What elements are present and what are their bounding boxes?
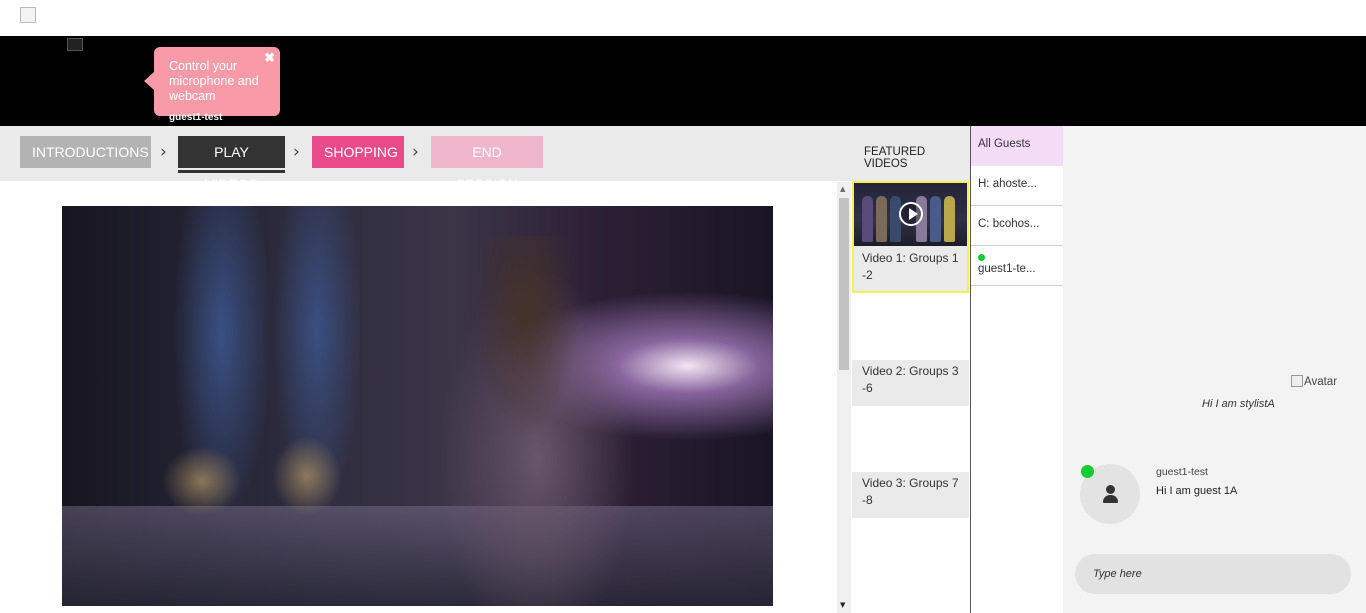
user-caption: guest1-test — [169, 112, 223, 123]
online-status-icon — [978, 254, 985, 261]
video-conference-bar: Control your microphone and webcam ✖ gue… — [0, 36, 1366, 126]
video-frame-figure — [422, 236, 652, 606]
video-frame-floor — [62, 506, 773, 606]
video-title: Video 1: Groups 1 -2 — [862, 251, 959, 282]
step-introductions-button[interactable]: INTRODUCTIONS — [20, 136, 151, 168]
scroll-down-icon[interactable]: ▼ — [840, 601, 845, 609]
guest-row[interactable]: C: bcohos... — [971, 206, 1063, 246]
close-icon[interactable]: ✖ — [264, 50, 275, 65]
step-play-videos-button[interactable]: PLAY VIDEOS — [178, 136, 285, 192]
webcam-image — [67, 38, 83, 51]
play-icon[interactable] — [899, 202, 923, 226]
guests-panel: All Guests H: ahoste... C: bcohos... gue… — [970, 126, 1063, 613]
chevron-right-icon: › — [293, 142, 300, 162]
chevron-right-icon: › — [412, 142, 419, 162]
chat-panel: Avatar Hi I am stylistA guest1-test Hi I… — [1063, 126, 1366, 613]
guest-message: Hi I am guest 1A — [1156, 485, 1238, 497]
featured-videos-scrollbar[interactable]: ▲ ▼ — [837, 182, 851, 613]
video-title: Video 3: Groups 7 -8 — [862, 476, 959, 507]
video-item-1[interactable]: Video 1: Groups 1 -2 — [852, 181, 969, 293]
all-guests-tab[interactable]: All Guests — [971, 126, 1063, 166]
top-bar — [0, 0, 1366, 36]
video-frame-figure — [162, 446, 242, 516]
thumbnail-figure — [930, 196, 941, 242]
thumbnail-figure — [944, 196, 955, 242]
step-shopping-button[interactable]: SHOPPING — [312, 136, 404, 168]
logo-image — [20, 7, 36, 23]
video-item-2[interactable]: Video 2: Groups 3 -6 — [852, 360, 969, 406]
chevron-right-icon: › — [160, 142, 167, 162]
scroll-up-icon[interactable]: ▲ — [840, 185, 845, 193]
stylist-message: Hi I am stylistA — [1202, 398, 1275, 410]
thumbnail-figure — [862, 196, 873, 242]
guest-message-author: guest1-test — [1156, 466, 1208, 478]
guest-row[interactable]: guest1-te... — [971, 246, 1063, 286]
video-item-3[interactable]: Video 3: Groups 7 -8 — [852, 472, 969, 518]
avatar-alt-text: Avatar — [1304, 376, 1338, 388]
video-frame-figure — [272, 436, 342, 516]
scrollbar-thumb[interactable] — [839, 198, 849, 370]
tooltip-text: Control your microphone and webcam — [169, 59, 259, 103]
user-icon — [1106, 485, 1115, 494]
stylist-avatar: Avatar — [1291, 375, 1337, 388]
user-icon — [1103, 495, 1118, 503]
video-title: Video 2: Groups 3 -6 — [862, 364, 959, 395]
session-steps-nav: INTRODUCTIONS › PLAY VIDEOS › SHOPPING ›… — [0, 126, 970, 192]
chat-input[interactable] — [1075, 554, 1351, 594]
online-status-icon — [1081, 465, 1094, 478]
guest-row[interactable]: H: ahoste... — [971, 166, 1063, 206]
featured-videos-heading: FEATURED VIDEOS — [864, 146, 926, 170]
mic-webcam-tooltip: Control your microphone and webcam ✖ — [144, 47, 280, 116]
thumbnail-figure — [876, 196, 887, 242]
broken-image-icon — [1291, 375, 1303, 387]
step-end-session-button[interactable]: END SESSION — [431, 136, 543, 192]
guest-row-label: guest1-te... — [978, 263, 1036, 275]
video-player[interactable] — [62, 206, 773, 606]
